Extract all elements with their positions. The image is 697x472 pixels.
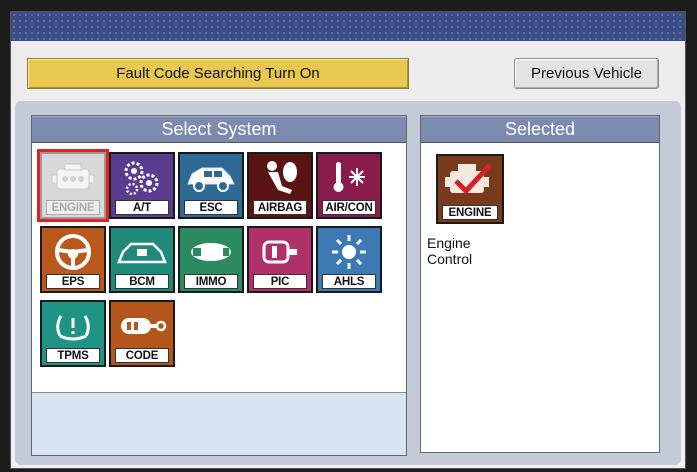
smart-key-icon bbox=[249, 228, 311, 276]
code-key-icon bbox=[111, 302, 173, 350]
main-area: Select System ENGINE A/T ESC AIRBAG AIR/… bbox=[15, 101, 681, 465]
thermometer-snowflake-icon bbox=[318, 154, 380, 202]
diagnostic-window: Fault Code Searching Turn On Previous Ve… bbox=[10, 11, 686, 469]
system-label: AIRBAG bbox=[253, 200, 307, 215]
toolbar: Fault Code Searching Turn On Previous Ve… bbox=[11, 41, 685, 103]
system-label: ESC bbox=[184, 200, 238, 215]
system-tile-engine[interactable]: ENGINE bbox=[40, 152, 106, 219]
system-label: PIC bbox=[253, 274, 307, 289]
engine-icon bbox=[42, 154, 104, 202]
system-label: ENGINE bbox=[442, 205, 498, 220]
system-tile-bcm[interactable]: BCM bbox=[109, 226, 175, 293]
headlamp-icon bbox=[318, 228, 380, 276]
system-tile-at[interactable]: A/T bbox=[109, 152, 175, 219]
gears-icon bbox=[111, 154, 173, 202]
system-label: CODE bbox=[115, 348, 169, 363]
system-label: BCM bbox=[115, 274, 169, 289]
car-icon bbox=[180, 154, 242, 202]
system-tile-tpms[interactable]: TPMS bbox=[40, 300, 106, 367]
select-system-header: Select System bbox=[32, 116, 406, 143]
system-tile-esc[interactable]: ESC bbox=[178, 152, 244, 219]
system-tile-code[interactable]: CODE bbox=[109, 300, 175, 367]
airbag-icon bbox=[249, 154, 311, 202]
system-tile-eps[interactable]: EPS bbox=[40, 226, 106, 293]
system-label: TPMS bbox=[46, 348, 100, 363]
system-tile-immo[interactable]: IMMO bbox=[178, 226, 244, 293]
system-tile-ahls[interactable]: AHLS bbox=[316, 226, 382, 293]
system-label: EPS bbox=[46, 274, 100, 289]
engine-check-icon bbox=[438, 156, 502, 204]
fault-code-search-button[interactable]: Fault Code Searching Turn On bbox=[27, 58, 409, 89]
system-label: AHLS bbox=[322, 274, 376, 289]
system-tile-aircon[interactable]: AIR/CON bbox=[316, 152, 382, 219]
tire-pressure-icon bbox=[42, 302, 104, 350]
system-label: AIR/CON bbox=[322, 200, 376, 215]
system-description-area bbox=[32, 392, 406, 455]
previous-vehicle-button[interactable]: Previous Vehicle bbox=[514, 58, 659, 89]
selected-panel: Selected ENGINE Engine Control bbox=[420, 115, 660, 453]
system-label: ENGINE bbox=[46, 200, 100, 215]
system-tile-pic[interactable]: PIC bbox=[247, 226, 313, 293]
system-tile-airbag[interactable]: AIRBAG bbox=[247, 152, 313, 219]
key-icon bbox=[180, 228, 242, 276]
car-body-icon bbox=[111, 228, 173, 276]
title-bar bbox=[11, 12, 685, 41]
selected-system-name: Engine Control bbox=[427, 235, 473, 267]
steering-wheel-icon bbox=[42, 228, 104, 276]
system-label: IMMO bbox=[184, 274, 238, 289]
system-label: A/T bbox=[115, 200, 169, 215]
selected-header: Selected bbox=[421, 116, 659, 143]
selected-system-tile[interactable]: ENGINE bbox=[436, 154, 504, 224]
select-system-panel: Select System ENGINE A/T ESC AIRBAG AIR/… bbox=[31, 115, 407, 456]
